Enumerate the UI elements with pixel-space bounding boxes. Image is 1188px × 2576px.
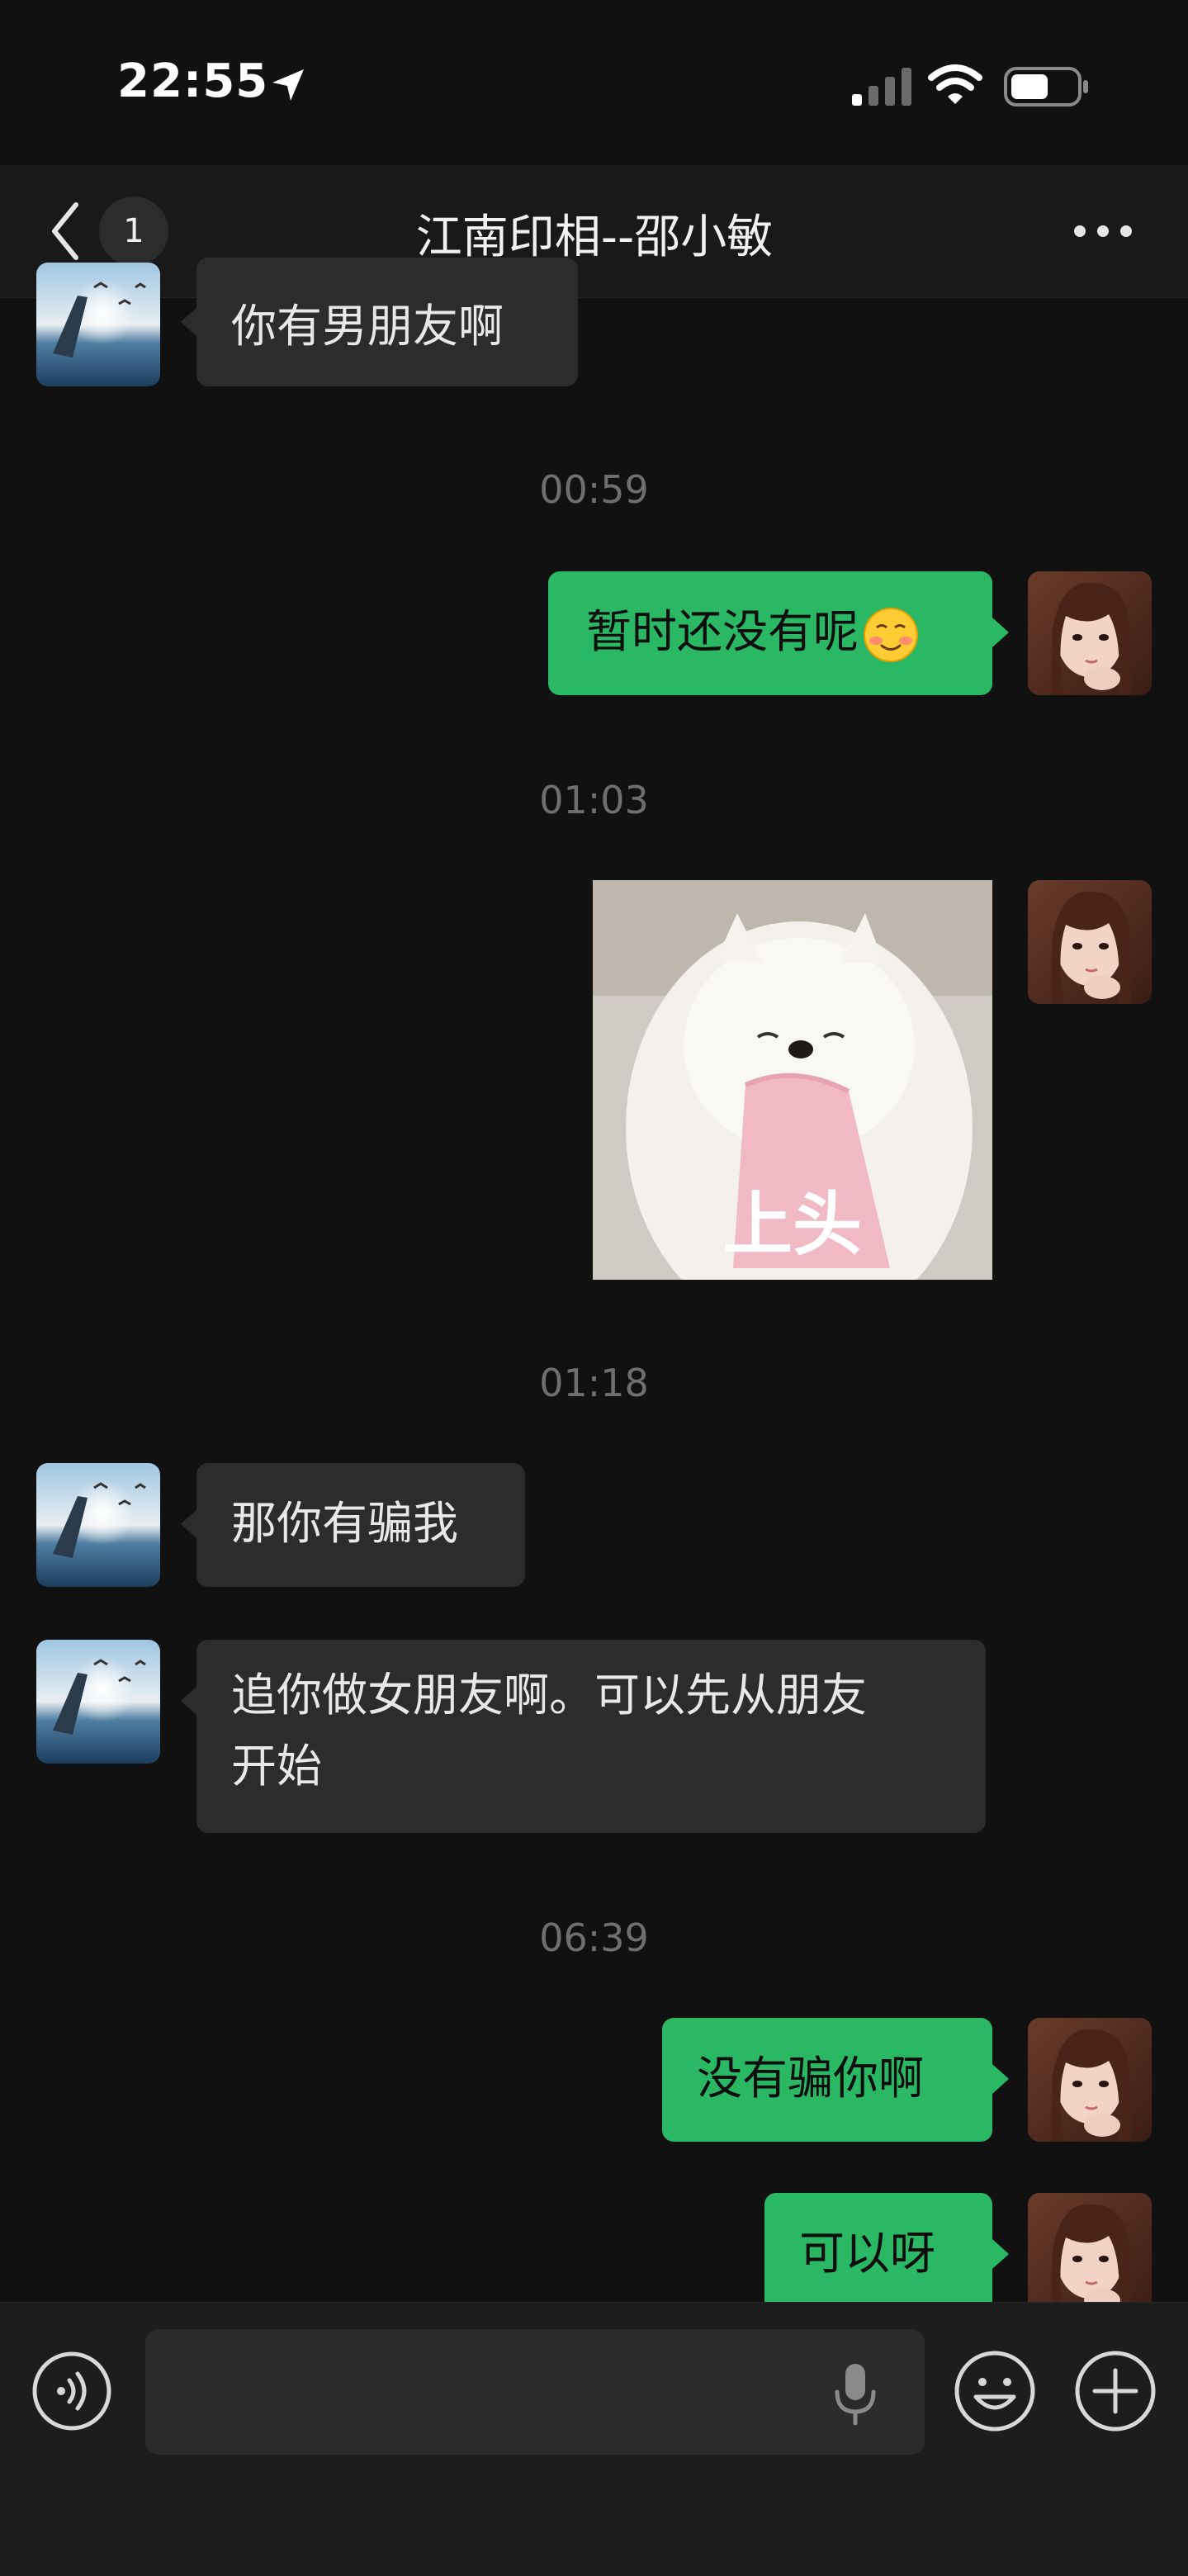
contact-avatar[interactable] [36,1640,160,1764]
location-arrow-icon [272,69,304,101]
message-text: 你有男朋友啊 [231,300,504,353]
bubble-tail [992,2239,1009,2269]
bubble-tail [181,1686,197,1716]
battery-icon [1004,67,1088,107]
message-text: 没有骗你啊 [697,2052,925,2105]
message-bubble-outgoing[interactable]: 没有骗你啊 [662,2018,992,2142]
bubble-tail [992,2064,1009,2094]
timestamp: 01:18 [539,1361,649,1405]
message-bubble-outgoing[interactable]: 可以呀 [764,2193,992,2317]
bubble-tail [181,307,197,337]
back-icon[interactable] [45,200,86,263]
message-bubble-incoming[interactable]: 那你有骗我 [196,1463,525,1587]
voice-icon[interactable] [31,2351,112,2432]
message-bubble-outgoing[interactable]: 暂时还没有呢 [548,571,992,695]
plus-icon[interactable] [1073,2349,1157,2433]
my-avatar[interactable] [1028,2018,1152,2142]
chat-header: 1 江南印相--邵小敏 [0,165,1188,298]
message-text-line: 开始 [231,1740,323,1792]
chat-title: 江南印相--邵小敏 [415,211,774,264]
message-text: 可以呀 [799,2227,936,2280]
timestamp: 01:03 [539,778,649,822]
status-time: 22:55 [117,54,269,108]
signal-icon [852,68,911,106]
unread-count-badge[interactable]: 1 [99,197,168,266]
my-avatar[interactable] [1028,2193,1152,2317]
more-icon[interactable] [1070,216,1136,246]
status-bar: 22:55 [0,0,1188,165]
timestamp: 00:59 [539,467,649,512]
wifi-icon [928,64,982,104]
sticker-caption: 上头 [722,1184,862,1265]
blush-smile-emoji [864,607,919,662]
my-avatar[interactable] [1028,571,1152,695]
message-bubble-incoming[interactable]: 你有男朋友啊 [196,258,578,386]
timestamp: 06:39 [539,1915,649,1960]
emoji-icon[interactable] [953,2349,1037,2433]
message-input[interactable] [145,2329,925,2455]
mic-icon[interactable] [831,2361,880,2427]
message-bubble-incoming[interactable]: 追你做女朋友啊。可以先从朋友 开始 [196,1640,986,1833]
my-avatar[interactable] [1028,880,1152,1004]
sticker-message[interactable]: 上头 [593,880,992,1280]
contact-avatar[interactable] [36,263,160,386]
message-text: 暂时还没有呢 [586,605,859,658]
message-text-line: 追你做女朋友啊。可以先从朋友 [231,1669,868,1721]
bubble-tail [181,1509,197,1539]
contact-avatar[interactable] [36,1463,160,1587]
message-input-bar [0,2302,1188,2576]
message-text: 那你有骗我 [231,1497,459,1550]
bubble-tail [992,618,1009,647]
